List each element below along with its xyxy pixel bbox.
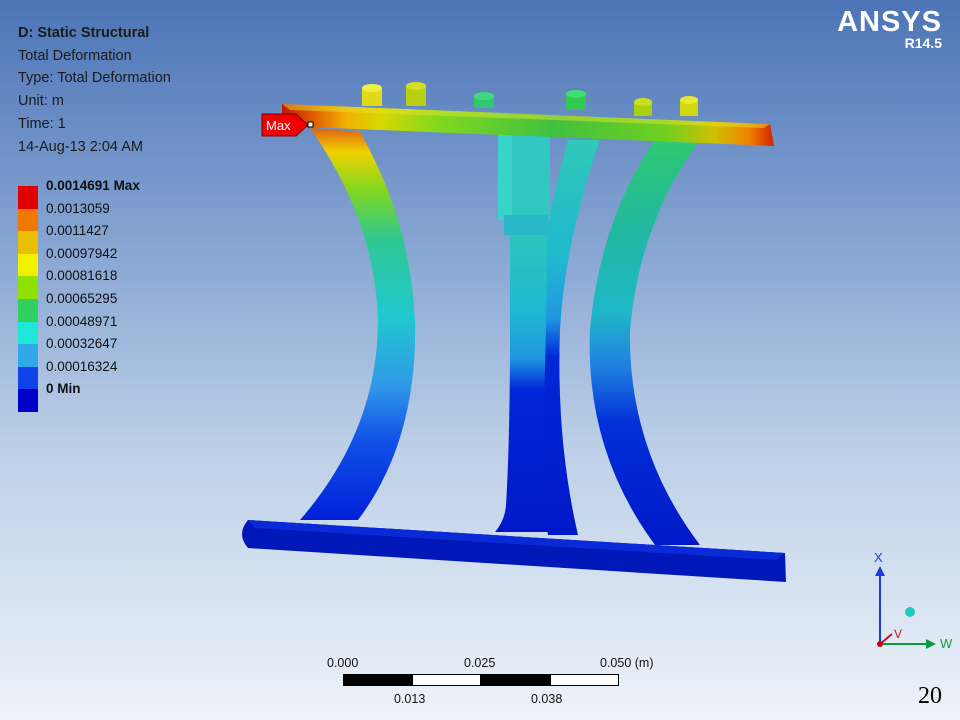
w-axis-label: W [940,636,953,651]
scale-segment [412,674,481,686]
scale-tick: 0.050 (m) [600,656,654,670]
right-arc-leg [589,140,700,545]
scale-tick: 0.013 [394,692,426,706]
scale-tick: 0.038 [531,692,563,706]
v-axis-label: V [894,627,902,641]
model-viewport[interactable]: Max [0,0,960,720]
isometric-view-ball[interactable] [905,607,915,617]
orientation-triad[interactable]: X W V [860,548,960,658]
scale-segment [550,674,619,686]
left-arc-leg [300,128,416,520]
page-number: 20 [918,683,942,709]
x-axis-label: X [874,550,883,565]
scale-tick: 0.000 [327,656,359,670]
scale-bar: 0.000 0.025 0.050 (m) 0.013 0.038 [320,652,680,712]
scale-segment [343,674,412,686]
scale-tick: 0.025 [464,656,496,670]
scale-segment [481,674,550,686]
max-probe-label: Max [266,118,291,133]
